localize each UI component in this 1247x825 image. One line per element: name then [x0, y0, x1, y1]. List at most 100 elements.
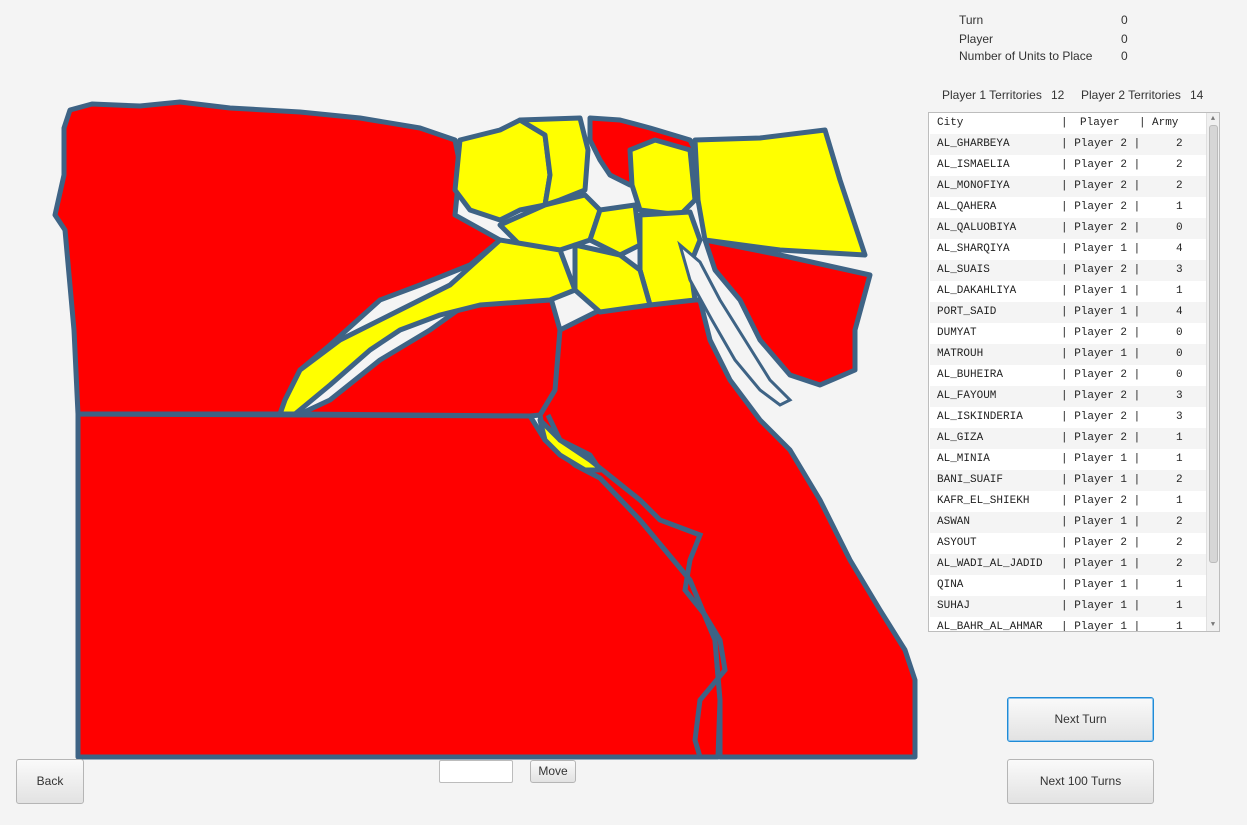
table-row[interactable]: AL_SUAIS | Player 2 | 3	[930, 260, 1206, 281]
cell-player: | Player 1 |	[1061, 243, 1141, 255]
table-row[interactable]: AL_MINIA | Player 1 | 1	[930, 449, 1206, 470]
cell-army: 0	[1176, 348, 1183, 360]
cell-army: 1	[1176, 201, 1183, 213]
cell-city: AL_GIZA	[937, 432, 984, 444]
cell-player: | Player 1 |	[1061, 621, 1141, 632]
p2-territories-label: Player 2 Territories	[1081, 88, 1181, 102]
table-row[interactable]: AL_GHARBEYA | Player 2 | 2	[930, 134, 1206, 155]
cell-player: | Player 2 |	[1061, 432, 1141, 444]
units-row: Number of Units to Place 0	[959, 49, 1139, 65]
p1-territories-label: Player 1 Territories	[942, 88, 1042, 102]
table-row[interactable]: SUHAJ | Player 1 | 1	[930, 596, 1206, 617]
table-row[interactable]: AL_ISKINDERIA | Player 2 | 3	[930, 407, 1206, 428]
table-row[interactable]: AL_GIZA | Player 2 | 1	[930, 428, 1206, 449]
table-row[interactable]: ASYOUT | Player 2 | 2	[930, 533, 1206, 554]
cell-player: | Player 1 |	[1061, 348, 1141, 360]
cell-player: | Player 2 |	[1061, 411, 1141, 423]
cell-city: ASWAN	[937, 516, 971, 528]
cell-player: | Player 1 |	[1061, 453, 1141, 465]
cell-city: AL_BUHEIRA	[937, 369, 1004, 381]
cell-city: AL_MONOFIYA	[937, 180, 1010, 192]
table-row[interactable]: AL_DAKAHLIYA | Player 1 | 1	[930, 281, 1206, 302]
cell-army: 1	[1176, 579, 1183, 591]
cell-city: AL_QAHERA	[937, 201, 997, 213]
cell-player: | Player 2 |	[1061, 537, 1141, 549]
cell-city: AL_SHARQIYA	[937, 243, 1010, 255]
cell-army: 2	[1176, 537, 1183, 549]
table-row[interactable]: DUMYAT | Player 2 | 0	[930, 323, 1206, 344]
cell-army: 2	[1176, 138, 1183, 150]
cell-city: MATROUH	[937, 348, 984, 360]
table-row[interactable]: AL_FAYOUM | Player 2 | 3	[930, 386, 1206, 407]
table-row[interactable]: ASWAN | Player 1 | 2	[930, 512, 1206, 533]
territory-table[interactable]: City | Player | Army AL_GHARBEYA | Player…	[928, 112, 1220, 632]
cell-city: KAFR_EL_SHIEKH	[937, 495, 1030, 507]
cell-player: | Player 2 |	[1061, 159, 1141, 171]
cell-player: | Player 1 |	[1061, 579, 1141, 591]
header-sep1: |	[1061, 117, 1068, 129]
cell-city: SUHAJ	[937, 600, 971, 612]
header-army: Army	[1152, 117, 1179, 129]
table-row[interactable]: AL_ISMAELIA | Player 2 | 2	[930, 155, 1206, 176]
territory-dumyat[interactable]	[627, 137, 698, 218]
table-row[interactable]: KAFR_EL_SHIEKH | Player 2 | 1	[930, 491, 1206, 512]
cell-city: ASYOUT	[937, 537, 977, 549]
next-turn-button[interactable]: Next Turn	[1007, 697, 1154, 742]
scroll-up-icon[interactable]: ▲	[1209, 115, 1217, 123]
table-row[interactable]: AL_QALUOBIYA | Player 2 | 0	[930, 218, 1206, 239]
scroll-thumb[interactable]	[1209, 125, 1218, 563]
table-row[interactable]: AL_SHARQIYA | Player 1 | 4	[930, 239, 1206, 260]
turn-row: Turn 0	[959, 13, 1139, 29]
cell-army: 1	[1176, 495, 1183, 507]
territory-al-sharqiya-y[interactable]	[692, 127, 868, 258]
table-header: City | Player | Army	[930, 113, 1206, 134]
territory-al-suais-sinai[interactable]	[702, 237, 873, 388]
cell-city: AL_MINIA	[937, 453, 990, 465]
cell-player: | Player 2 |	[1061, 201, 1141, 213]
cell-player: | Player 2 |	[1061, 369, 1141, 381]
header-player: Player	[1080, 117, 1120, 129]
cell-player: | Player 1 |	[1061, 558, 1141, 570]
cell-player: | Player 2 |	[1061, 495, 1141, 507]
turn-value: 0	[1121, 13, 1128, 27]
cell-city: AL_ISMAELIA	[937, 159, 1010, 171]
table-row[interactable]: QINA | Player 1 | 1	[930, 575, 1206, 596]
table-row[interactable]: MATROUH | Player 1 | 0	[930, 344, 1206, 365]
units-label: Number of Units to Place	[959, 49, 1093, 63]
player-row: Player 0	[959, 32, 1139, 48]
move-input[interactable]	[439, 760, 513, 783]
p2-territories-value: 14	[1190, 88, 1204, 102]
header-sep2: |	[1139, 117, 1146, 129]
back-button[interactable]: Back	[16, 759, 84, 804]
cell-army: 1	[1176, 285, 1183, 297]
table-row[interactable]: BANI_SUAIF | Player 1 | 2	[930, 470, 1206, 491]
cell-city: AL_ISKINDERIA	[937, 411, 1023, 423]
cell-player: | Player 1 |	[1061, 516, 1141, 528]
cell-city: BANI_SUAIF	[937, 474, 1004, 486]
table-row[interactable]: PORT_SAID | Player 1 | 4	[930, 302, 1206, 323]
egypt-map[interactable]	[0, 0, 920, 760]
scroll-down-icon[interactable]: ▼	[1209, 621, 1217, 629]
move-button[interactable]: Move	[530, 760, 576, 783]
cell-army: 0	[1176, 222, 1183, 234]
cell-city: AL_QALUOBIYA	[937, 222, 1017, 234]
cell-player: | Player 1 |	[1061, 306, 1141, 318]
cell-city: DUMYAT	[937, 327, 977, 339]
next-100-turns-button[interactable]: Next 100 Turns	[1007, 759, 1154, 804]
table-row[interactable]: AL_QAHERA | Player 2 | 1	[930, 197, 1206, 218]
cell-army: 2	[1176, 558, 1183, 570]
table-row[interactable]: AL_BUHEIRA | Player 2 | 0	[930, 365, 1206, 386]
cell-army: 2	[1176, 474, 1183, 486]
cell-player: | Player 2 |	[1061, 180, 1141, 192]
cell-army: 2	[1176, 516, 1183, 528]
table-row[interactable]: AL_MONOFIYA | Player 2 | 2	[930, 176, 1206, 197]
table-row[interactable]: AL_WADI_AL_JADID | Player 1 | 2	[930, 554, 1206, 575]
cell-city: PORT_SAID	[937, 306, 997, 318]
player-label: Player	[959, 32, 994, 46]
cell-player: | Player 1 |	[1061, 285, 1141, 297]
table-row[interactable]: AL_BAHR_AL_AHMAR | Player 1 | 1	[930, 617, 1206, 632]
cell-city: AL_FAYOUM	[937, 390, 997, 402]
territory-al-iskinderia[interactable]	[452, 117, 553, 223]
cell-city: AL_SUAIS	[937, 264, 990, 276]
table-scrollbar[interactable]: ▲ ▼	[1206, 113, 1219, 631]
